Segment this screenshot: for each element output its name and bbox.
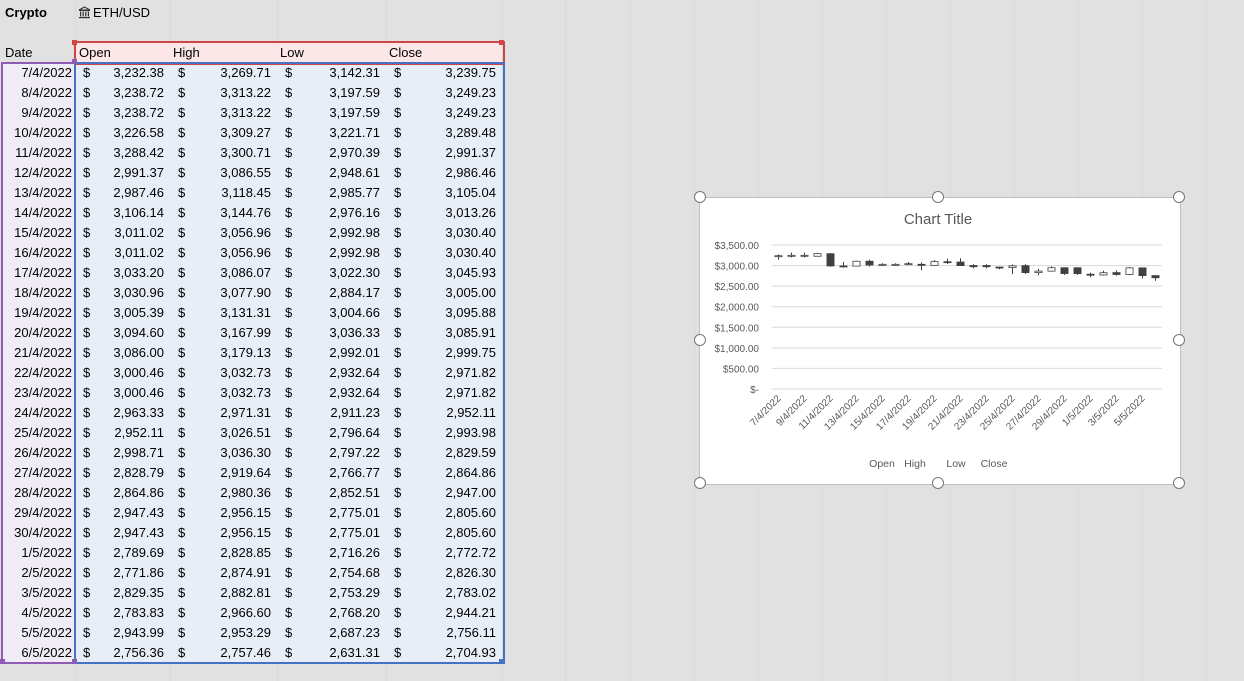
legend-entry[interactable]: Close [981, 458, 1008, 470]
chart-resize-handle[interactable] [932, 191, 944, 203]
data-range-border [74, 62, 505, 664]
candle-body[interactable] [904, 263, 913, 266]
y-tick-label: $2,000.00 [715, 303, 760, 314]
y-tick-label: $- [750, 385, 759, 396]
candle-body[interactable] [1125, 267, 1134, 275]
chart-resize-handle[interactable] [1173, 477, 1185, 489]
bank-icon [78, 5, 91, 23]
range-handle[interactable] [499, 40, 504, 45]
range-handle[interactable] [499, 659, 504, 664]
candle-body[interactable] [1112, 272, 1121, 275]
candle-body[interactable] [1047, 267, 1056, 272]
candle-body[interactable] [982, 265, 991, 268]
candle-body[interactable] [917, 263, 926, 266]
chart-resize-handle[interactable] [694, 334, 706, 346]
candle-body[interactable] [943, 261, 952, 264]
chart-resize-handle[interactable] [694, 191, 706, 203]
candle-body[interactable] [1151, 275, 1160, 279]
crypto-label[interactable]: Crypto [5, 3, 75, 23]
legend-entry[interactable]: High [904, 458, 926, 470]
chart-resize-handle[interactable] [1173, 334, 1185, 346]
y-tick-label: $3,000.00 [715, 262, 760, 273]
stock-cell[interactable]: ETH/USD [78, 3, 168, 23]
stock-symbol: ETH/USD [93, 5, 151, 20]
candle-body[interactable] [1086, 273, 1095, 276]
chart-resize-handle[interactable] [694, 477, 706, 489]
candle-body[interactable] [1073, 267, 1082, 274]
header-date[interactable]: Date [5, 43, 75, 63]
legend-entry[interactable]: Low [946, 458, 966, 470]
candle-body[interactable] [774, 255, 783, 258]
candle-body[interactable] [865, 260, 874, 266]
y-tick-label: $1,500.00 [715, 323, 760, 334]
candle-body[interactable] [878, 263, 887, 266]
range-handle[interactable] [72, 59, 77, 64]
chart-svg: Chart Title $3,500.00 $3,000.00 $2,500.00 $… [715, 211, 1162, 470]
candle-body[interactable] [1099, 272, 1108, 276]
col-divider [1206, 0, 1207, 681]
candle-body[interactable] [1138, 267, 1147, 277]
chart-title[interactable]: Chart Title [904, 211, 972, 228]
candle-body[interactable] [995, 266, 1004, 269]
y-tick-label: $3,500.00 [715, 241, 760, 252]
candle-body[interactable] [839, 265, 848, 268]
candle-body[interactable] [891, 263, 900, 266]
range-handle[interactable] [72, 659, 77, 664]
range-handle[interactable] [72, 40, 77, 45]
y-tick-label: $500.00 [723, 364, 760, 375]
candle-body[interactable] [800, 254, 809, 257]
candle-body[interactable] [1021, 265, 1030, 273]
candlestick-chart[interactable]: Chart Title $3,500.00 $3,000.00 $2,500.00 $… [699, 197, 1181, 485]
date-range-border [1, 62, 75, 664]
candle-body[interactable] [1060, 267, 1069, 274]
chart-resize-handle[interactable] [1173, 191, 1185, 203]
candle-body[interactable] [1008, 265, 1017, 268]
y-tick-label: $1,000.00 [715, 344, 760, 355]
candle-body[interactable] [852, 260, 861, 267]
range-handle[interactable] [0, 659, 5, 664]
candle-body[interactable] [787, 254, 796, 257]
candle-body[interactable] [956, 261, 965, 266]
candle-body[interactable] [1034, 270, 1043, 274]
legend-entry[interactable]: Open [869, 458, 895, 470]
col-divider [630, 0, 631, 681]
candle-body[interactable] [826, 253, 835, 267]
candle-body[interactable] [930, 261, 939, 266]
col-divider [565, 0, 566, 681]
y-tick-label: $2,500.00 [715, 282, 760, 293]
candle-body[interactable] [969, 265, 978, 268]
candle-body[interactable] [813, 253, 822, 257]
chart-resize-handle[interactable] [932, 477, 944, 489]
